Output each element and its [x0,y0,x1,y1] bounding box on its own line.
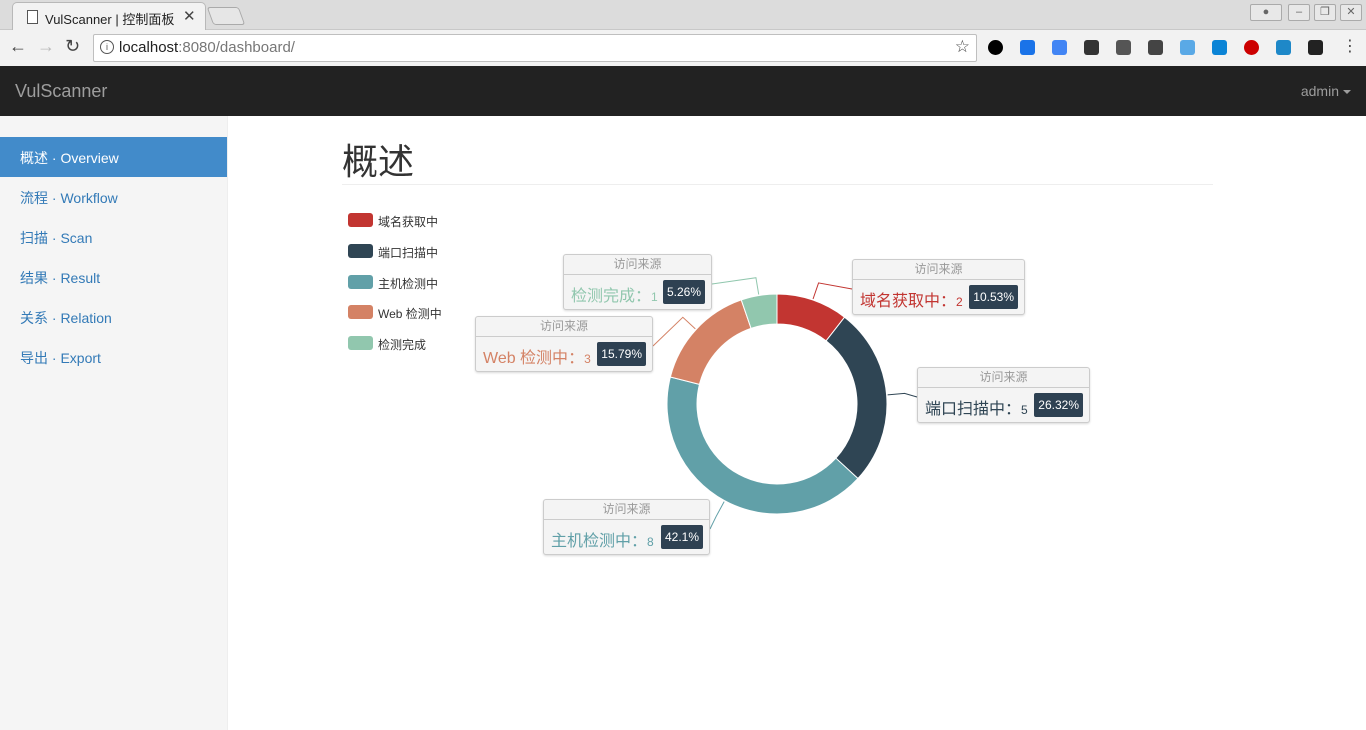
pie-slice[interactable] [666,376,859,515]
callout-title: 访问来源 [853,260,1024,280]
callout-percent: 5.26% [662,280,705,304]
callout-label: 端口扫描中：5 [925,401,1028,418]
callout-slice[interactable]: 访问来源 主机检测中：8 42.1% [543,499,710,555]
callout-percent: 26.32% [1034,393,1083,417]
leader-line [887,392,918,398]
callout-slice[interactable]: 访问来源 端口扫描中：5 26.32% [917,367,1090,423]
callout-slice[interactable]: 访问来源 检测完成：1 5.26% [563,254,712,310]
callout-label: 域名获取中：2 [860,293,963,310]
callout-title: 访问来源 [544,500,709,520]
callout-slice[interactable]: 访问来源 Web 检测中：3 15.79% [475,316,653,372]
donut-chart [652,277,918,530]
leader-line [711,277,760,295]
leader-line [709,501,725,530]
callout-title: 访问来源 [564,255,711,275]
callout-percent: 15.79% [597,342,646,366]
pie-slice[interactable] [825,316,888,480]
leader-line [812,282,853,300]
callout-label: Web 检测中：3 [483,350,591,367]
callout-percent: 10.53% [969,285,1018,309]
pie-slice[interactable] [669,299,752,385]
callout-label: 检测完成：1 [571,288,658,305]
callout-label: 主机检测中：8 [551,533,654,550]
callout-title: 访问来源 [476,317,652,337]
callout-percent: 42.1% [660,525,703,549]
callout-slice[interactable]: 访问来源 域名获取中：2 10.53% [852,259,1025,315]
callout-title: 访问来源 [918,368,1089,388]
